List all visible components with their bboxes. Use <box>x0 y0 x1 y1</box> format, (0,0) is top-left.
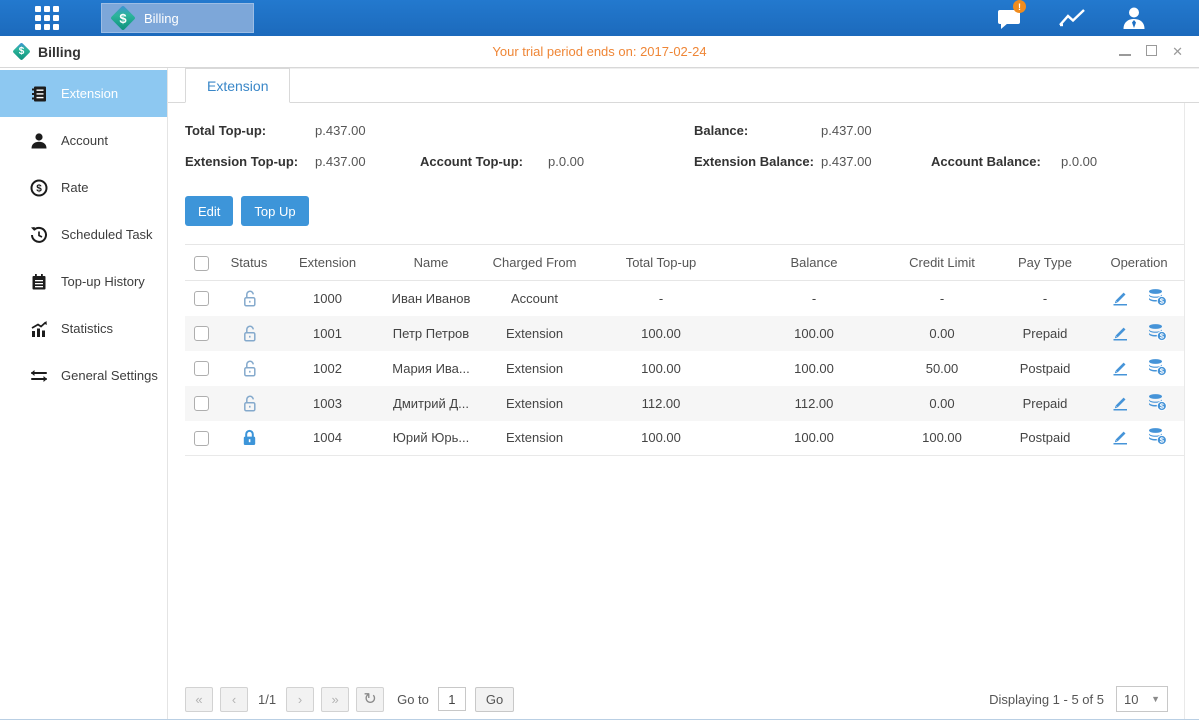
refresh-icon[interactable]: ↻ <box>356 687 384 712</box>
scheduled-task-icon <box>30 226 48 244</box>
sidebar-item-account[interactable]: Account <box>0 117 167 164</box>
account-icon <box>30 132 48 150</box>
row-checkbox[interactable] <box>194 431 209 446</box>
row-topup-icon[interactable]: $ <box>1147 426 1168 449</box>
svg-text:$: $ <box>36 183 42 194</box>
account-topup-label: Account Top-up: <box>420 154 548 169</box>
pagination-bar: « ‹ 1/1 › » ↻ Go to Go Displaying 1 - 5 … <box>185 686 1184 712</box>
minimize-button[interactable] <box>1119 45 1131 58</box>
extension-status-lock-icon <box>240 324 259 339</box>
extension-status-lock-icon <box>240 359 259 374</box>
sidebar-item-statistics[interactable]: Statistics <box>0 305 167 352</box>
taskbar-tab-label: Billing <box>144 11 179 26</box>
sidebar: Extension Account $ Rate <box>0 68 168 719</box>
table-row: 1002 Мария Ива... Extension 100.00 100.0… <box>185 351 1184 386</box>
topup-history-icon <box>30 273 48 291</box>
sidebar-item-topup-history[interactable]: Top-up History <box>0 258 167 305</box>
statistics-icon <box>30 320 48 338</box>
edit-button[interactable]: Edit <box>185 196 233 226</box>
extension-topup-value: p.437.00 <box>315 154 420 169</box>
extension-status-lock-icon <box>240 394 259 409</box>
goto-label: Go to <box>397 692 429 707</box>
row-checkbox[interactable] <box>194 326 209 341</box>
row-edit-icon[interactable] <box>1110 357 1130 380</box>
table-body: 1000 Иван Иванов Account - - - - <box>185 281 1184 456</box>
tab-extension[interactable]: Extension <box>185 68 290 103</box>
row-topup-icon[interactable]: $ <box>1147 357 1168 380</box>
page-indicator: 1/1 <box>258 692 276 707</box>
sidebar-item-extension[interactable]: Extension <box>0 70 167 117</box>
general-settings-icon <box>30 367 48 385</box>
extension-balance-label: Extension Balance: <box>694 154 821 169</box>
row-edit-icon[interactable] <box>1110 322 1130 345</box>
trial-notice: Your trial period ends on: 2017-02-24 <box>0 44 1199 59</box>
extension-balance-value: p.437.00 <box>821 154 931 169</box>
total-topup-value: p.437.00 <box>315 123 420 138</box>
prev-page-button[interactable]: ‹ <box>220 687 248 712</box>
sidebar-item-general-settings[interactable]: General Settings <box>0 352 167 399</box>
billing-app-icon: $ <box>111 6 135 30</box>
page-size-select[interactable]: 10 ▼ <box>1116 686 1168 712</box>
extension-status-lock-icon <box>240 290 259 305</box>
last-page-button[interactable]: » <box>321 687 349 712</box>
row-edit-icon[interactable] <box>1110 287 1130 310</box>
billing-window-icon: $ <box>12 42 31 61</box>
desktop-topbar: $ Billing ! <box>0 0 1199 36</box>
balance-value: p.437.00 <box>821 123 931 138</box>
row-edit-icon[interactable] <box>1110 392 1130 415</box>
extension-table: Status Extension Name Charged From Total… <box>185 244 1184 456</box>
window-titlebar: $ Billing Your trial period ends on: 201… <box>0 36 1199 68</box>
account-topup-value: p.0.00 <box>548 154 694 169</box>
extension-icon <box>30 85 48 103</box>
table-row: 1000 Иван Иванов Account - - - - <box>185 281 1184 316</box>
user-account-icon[interactable] <box>1117 5 1151 31</box>
chevron-down-icon: ▼ <box>1151 694 1160 704</box>
maximize-button[interactable] <box>1146 45 1157 58</box>
rate-icon: $ <box>30 179 48 197</box>
account-balance-value: p.0.00 <box>1061 154 1184 169</box>
select-all-checkbox[interactable] <box>194 256 209 271</box>
taskbar-tab-billing[interactable]: $ Billing <box>101 3 254 33</box>
extension-status-lock-icon <box>240 429 259 444</box>
page-size-value: 10 <box>1124 692 1138 707</box>
account-balance-label: Account Balance: <box>931 154 1061 169</box>
extension-topup-label: Extension Top-up: <box>185 154 315 169</box>
displaying-range: Displaying 1 - 5 of 5 <box>989 692 1104 707</box>
first-page-button[interactable]: « <box>185 687 213 712</box>
notifications-icon[interactable]: ! <box>993 5 1027 31</box>
table-header-row: Status Extension Name Charged From Total… <box>185 245 1184 281</box>
table-row: 1004 Юрий Юрь... Extension 100.00 100.00… <box>185 421 1184 456</box>
notification-badge: ! <box>1013 0 1026 13</box>
goto-page-input[interactable] <box>438 687 466 711</box>
balance-label: Balance: <box>694 123 821 138</box>
row-edit-icon[interactable] <box>1110 426 1130 449</box>
close-button[interactable]: ✕ <box>1172 45 1183 58</box>
row-checkbox[interactable] <box>194 291 209 306</box>
total-topup-label: Total Top-up: <box>185 123 315 138</box>
table-row: 1003 Дмитрий Д... Extension 112.00 112.0… <box>185 386 1184 421</box>
row-topup-icon[interactable]: $ <box>1147 392 1168 415</box>
row-topup-icon[interactable]: $ <box>1147 322 1168 345</box>
row-checkbox[interactable] <box>194 396 209 411</box>
topup-button[interactable]: Top Up <box>241 196 308 226</box>
window-title: Billing <box>38 44 81 60</box>
sidebar-item-scheduled-task[interactable]: Scheduled Task <box>0 211 167 258</box>
billing-summary: Total Top-up: p.437.00 Balance: p.437.00… <box>185 115 1184 177</box>
sidebar-item-rate[interactable]: $ Rate <box>0 164 167 211</box>
statistics-monitor-icon[interactable] <box>1055 5 1089 31</box>
row-topup-icon[interactable]: $ <box>1147 287 1168 310</box>
next-page-button[interactable]: › <box>286 687 314 712</box>
table-row: 1001 Петр Петров Extension 100.00 100.00… <box>185 316 1184 351</box>
row-checkbox[interactable] <box>194 361 209 376</box>
go-button[interactable]: Go <box>475 687 514 712</box>
app-launcher-icon[interactable] <box>35 6 59 30</box>
tab-strip: Extension <box>168 68 1199 103</box>
billing-window: $ Billing ! <box>0 0 1199 720</box>
